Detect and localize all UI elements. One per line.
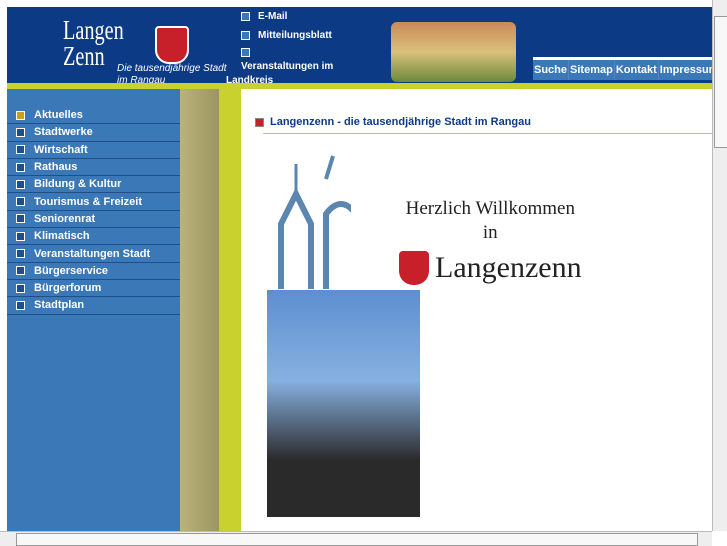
welcome-town: Langenzenn: [435, 251, 582, 284]
sidebar-item-label: Bürgerservice: [34, 264, 108, 277]
sidebar-item[interactable]: Stadtwerke: [7, 124, 180, 142]
welcome-line: in: [482, 222, 498, 243]
sidebar-item[interactable]: Klimatisch: [7, 228, 180, 246]
sidebar-item-label: Rathaus: [34, 161, 78, 174]
sidebar-item[interactable]: Seniorenrat: [7, 211, 180, 229]
scroll-thumb[interactable]: [16, 533, 698, 546]
sidebar-item-label: Wirtschaft: [34, 143, 88, 156]
square-bullet-icon: [16, 214, 25, 224]
link-mitteilungsblatt[interactable]: Mitteilungsblatt: [241, 30, 332, 41]
sidebar-item[interactable]: Rathaus: [7, 159, 180, 177]
scroll-thumb[interactable]: [714, 16, 727, 148]
sidebar-item-label: Aktuelles: [34, 109, 83, 122]
sidebar-item[interactable]: Bürgerservice: [7, 263, 180, 280]
town-hall-image: [391, 22, 516, 82]
sidebar-item-label: Seniorenrat: [34, 212, 96, 225]
square-bullet-icon: [255, 117, 264, 127]
sidebar-item-label: Stadtwerke: [34, 126, 93, 139]
square-bullet-icon: [16, 231, 25, 241]
square-bullet-icon: [16, 300, 25, 310]
square-bullet-icon: [16, 110, 25, 120]
square-bullet-icon: [16, 283, 25, 293]
sidebar-item-label: Veranstaltungen Stadt: [34, 247, 151, 260]
sidebar-item-label: Klimatisch: [34, 230, 90, 243]
top-nav: Suche Sitemap Kontakt Impressum: [533, 57, 721, 80]
square-bullet-icon: [241, 12, 250, 21]
sidebar-item[interactable]: Tourismus & Freizeit: [7, 193, 180, 211]
sidebar-item-label: Bürgerforum: [34, 282, 102, 295]
sidebar-item[interactable]: Stadtplan: [7, 297, 180, 315]
sidebar-item-label: Stadtplan: [34, 299, 85, 312]
link-veranstaltungen-landkreis[interactable]: Veranstaltungen im Landkreis: [226, 48, 356, 88]
mayor-photo: [267, 290, 420, 517]
sidebar-item-label: Tourismus & Freizeit: [34, 195, 142, 208]
square-bullet-icon: [16, 249, 25, 259]
vertical-scrollbar[interactable]: [712, 0, 727, 531]
nav-sitemap[interactable]: Sitemap: [569, 60, 615, 80]
link-email[interactable]: E-Mail: [241, 11, 287, 22]
square-bullet-icon: [16, 127, 25, 137]
square-bullet-icon: [16, 266, 25, 276]
horizontal-scrollbar[interactable]: [0, 531, 712, 546]
sidebar-photo: [180, 89, 241, 531]
link-label: E-Mail: [258, 11, 288, 22]
sidebar-item[interactable]: Bürgerforum: [7, 280, 180, 298]
coat-of-arms-icon: [155, 26, 189, 64]
nav-kontakt[interactable]: Kontakt: [614, 60, 659, 80]
sidebar: Aktuelles Stadtwerke Wirtschaft Rathaus Bild…: [7, 89, 180, 531]
main-content: Langenzenn - die tausendjährige Stadt im…: [241, 89, 712, 531]
link-label: Mitteilungsblatt: [258, 30, 332, 41]
square-bullet-icon: [241, 31, 250, 40]
square-bullet-icon: [16, 179, 25, 189]
sidebar-item[interactable]: Aktuelles: [7, 107, 180, 125]
square-bullet-icon: [16, 197, 25, 207]
sidebar-item-label: Bildung & Kultur: [34, 178, 122, 191]
logo-text: Zenn: [63, 41, 105, 71]
square-bullet-icon: [16, 162, 25, 172]
divider: [263, 133, 712, 134]
coat-of-arms-icon: [399, 251, 429, 285]
sidebar-item[interactable]: Wirtschaft: [7, 142, 180, 159]
nav-suche[interactable]: Suche: [533, 60, 570, 80]
square-bullet-icon: [241, 48, 250, 57]
sidebar-item[interactable]: Veranstaltungen Stadt: [7, 245, 180, 263]
welcome-line: Herzlich Willkommen: [405, 198, 575, 219]
sidebar-item[interactable]: Bildung & Kultur: [7, 176, 180, 194]
welcome-graphic: Herzlich Willkommen in Langenzenn: [399, 197, 582, 285]
square-bullet-icon: [16, 145, 25, 155]
page-title: Langenzenn - die tausendjährige Stadt im…: [255, 116, 531, 128]
logo-text: Langen: [63, 15, 124, 45]
page-title-text: Langenzenn - die tausendjährige Stadt im…: [270, 116, 531, 128]
tower-logo-icon: [278, 155, 351, 289]
